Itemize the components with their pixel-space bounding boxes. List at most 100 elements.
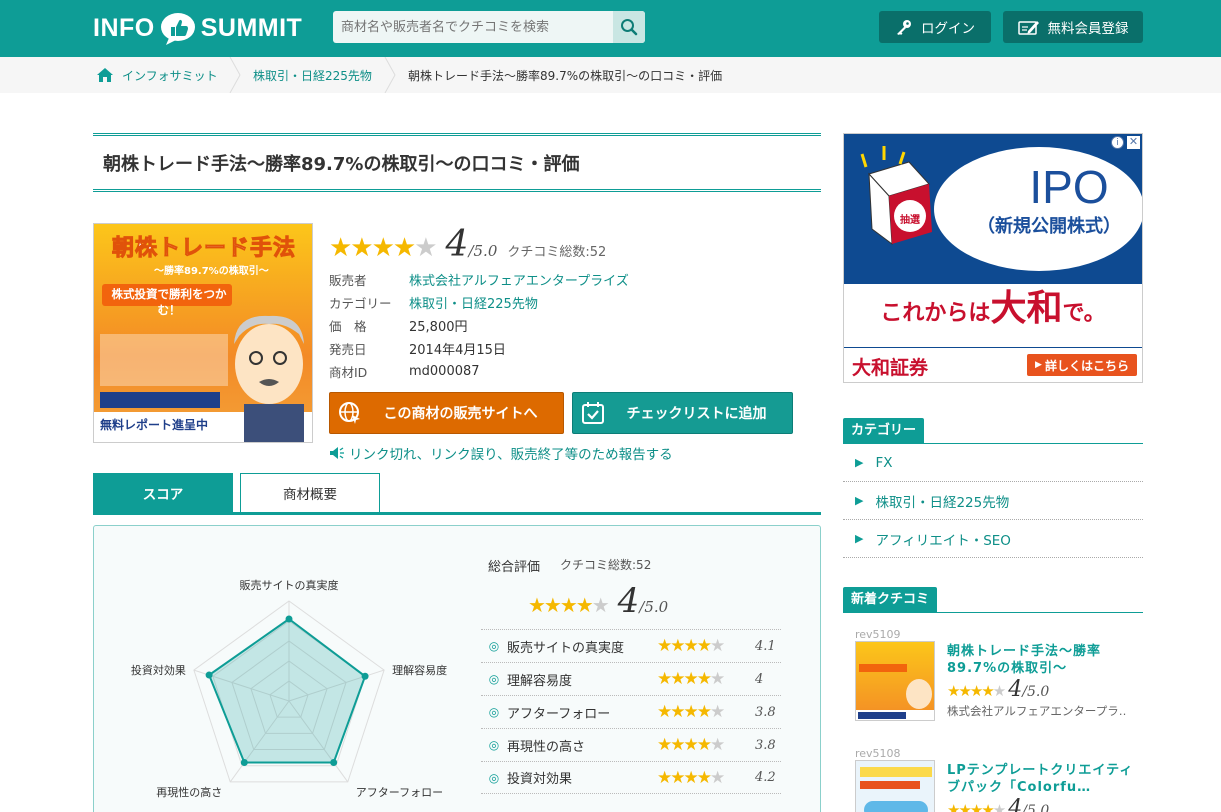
score-item: ◎ 再現性の高さ ★★★★★ 3.8 xyxy=(481,728,781,761)
search-button[interactable] xyxy=(613,11,645,43)
site-logo[interactable]: INFO SUMMIT xyxy=(93,10,302,46)
product-image-title: 朝株トレード手法 xyxy=(111,236,296,262)
score-summary: 総合評価 クチコミ総数:52 ★★★★★ 4 /5.0 xyxy=(488,556,788,621)
ad-cta-button[interactable]: ▶ 詳しくはこちら xyxy=(1027,354,1137,376)
key-icon xyxy=(897,20,911,35)
ad-cta-label: 詳しくはこちら xyxy=(1044,358,1129,373)
register-button[interactable]: 無料会員登録 xyxy=(1003,11,1143,43)
calendar-check-icon xyxy=(573,393,613,433)
radar-axis-label: アフターフォロー xyxy=(356,786,443,799)
category-item-fx[interactable]: ▶ FX xyxy=(843,444,1143,482)
login-label: ログイン xyxy=(921,21,975,37)
review-seller: 株式会社アルフェアエンタープラ… xyxy=(947,704,1127,718)
radar-axis-label: 投資対効果 xyxy=(131,663,186,677)
page-title: 朝株トレード手法～勝率89.7%の株取引～の口コミ・評価 xyxy=(103,153,580,175)
review-count: クチコミ総数:52 xyxy=(507,245,607,260)
ad-close-icon[interactable]: ✕ xyxy=(1127,136,1140,149)
breadcrumb-home[interactable]: インフォサミット xyxy=(96,57,218,93)
price-value: 25,800円 xyxy=(409,320,468,335)
page-title-bar: 朝株トレード手法～勝率89.7%の株取引～の口コミ・評価 xyxy=(93,133,821,192)
star-rating-icon: ★★★★★ xyxy=(657,767,725,788)
ad-info-icon[interactable]: i xyxy=(1111,136,1124,149)
summary-count: クチコミ総数:52 xyxy=(560,558,652,572)
megaphone-icon xyxy=(330,447,344,459)
report-link[interactable]: リンク切れ、リンク誤り、販売終了等のため報告する xyxy=(329,443,673,463)
globe-icon xyxy=(330,393,370,433)
star-rating-icon: ★★★★★ xyxy=(657,669,725,689)
bullet-ring-icon: ◎ xyxy=(488,770,500,785)
pencil-card-icon xyxy=(1017,21,1039,35)
bullet-ring-icon: ◎ xyxy=(488,639,500,653)
summary-label: 総合評価 xyxy=(488,560,541,575)
category-item-affiliate[interactable]: ▶ アフィリエイト・SEO xyxy=(843,520,1143,558)
star-rating-icon: ★★★★★ xyxy=(947,801,1006,812)
category-heading-label: カテゴリー xyxy=(843,418,925,443)
radar-point xyxy=(240,758,248,766)
login-button[interactable]: ログイン xyxy=(879,11,991,43)
ad-banner[interactable]: IPO （新規公開株式） 抽選 これからは大和で。 大和証券 ▶ 詳しくはこちら … xyxy=(843,133,1143,383)
breadcrumb-category[interactable]: 株取引・日経225先物 xyxy=(253,57,372,93)
breadcrumb-separator xyxy=(229,57,241,93)
star-rating-icon: ★★★★★ xyxy=(657,735,725,755)
bullet-ring-icon: ◎ xyxy=(488,738,500,752)
thumbs-up-bubble-icon xyxy=(159,11,197,45)
search-box xyxy=(333,11,645,43)
breadcrumb-category-label: 株取引・日経225先物 xyxy=(253,68,372,83)
product-image[interactable]: 朝株トレード手法 ～勝率89.7%の株取引～ 株式投資で勝利をつかむ！ 無料レポ… xyxy=(93,223,313,443)
breadcrumb-home-label: インフォサミット xyxy=(122,68,218,83)
bullet-ring-icon: ◎ xyxy=(488,672,500,686)
site-header: INFO SUMMIT ログイン xyxy=(0,0,1221,57)
star-rating-icon: ★★★★★ xyxy=(947,682,1006,700)
info-row-seller: 販売者 株式会社アルフェアエンタープライズ xyxy=(329,268,629,291)
product-rating: ★★★★★ 4 /5.0 クチコミ総数:52 xyxy=(329,224,607,265)
radar-axis-label: 再現性の高さ xyxy=(156,785,222,799)
logo-text-summit: SUMMIT xyxy=(200,13,303,42)
radar-series-area xyxy=(207,617,367,764)
category-item-label: FX xyxy=(875,454,893,471)
register-label: 無料会員登録 xyxy=(1047,21,1129,37)
ad-company: 大和証券 xyxy=(852,357,929,379)
category-item-label: 株取引・日経225先物 xyxy=(875,494,1010,511)
review-title[interactable]: LPテンプレートクリエイティブパック「Colorfu… xyxy=(947,762,1137,796)
radar-point xyxy=(361,672,369,680)
category-item-stocks[interactable]: ▶ 株取引・日経225先物 xyxy=(843,482,1143,520)
review-thumbnail[interactable] xyxy=(855,641,935,721)
product-info-table: 販売者 株式会社アルフェアエンタープライズ カテゴリー 株取引・日経225先物 … xyxy=(329,268,629,383)
ad-headline: IPO xyxy=(1029,161,1109,213)
breadcrumb: インフォサミット 株取引・日経225先物 朝株トレード手法～勝率89.7%の株取… xyxy=(0,57,1221,93)
category-link[interactable]: 株取引・日経225先物 xyxy=(409,293,538,312)
ad-tagline: これからは大和で。 xyxy=(844,279,1142,331)
star-rating-icon: ★★★★★ xyxy=(657,702,725,722)
sales-site-label: この商材の販売サイトへ xyxy=(383,406,538,422)
info-row-product-id: 商材ID md000087 xyxy=(329,360,629,383)
product-id-value: md000087 xyxy=(409,364,480,379)
search-input[interactable] xyxy=(333,11,613,43)
sales-site-button[interactable]: この商材の販売サイトへ xyxy=(329,392,564,434)
home-icon xyxy=(97,68,113,82)
add-to-checklist-button[interactable]: チェックリストに追加 xyxy=(572,392,793,434)
review-rating-value: 4 xyxy=(1008,796,1023,812)
radar-axis-label: 販売サイトの真実度 xyxy=(240,578,339,592)
product-image-subtitle: ～勝率89.7%の株取引～ xyxy=(154,266,269,277)
score-item: ◎ 投資対効果 ★★★★★ 4.2 xyxy=(481,761,781,794)
breadcrumb-current-label: 朝株トレード手法～勝率89.7%の株取引～の口コミ・評価 xyxy=(408,68,723,83)
review-rating-max: /5.0 xyxy=(1022,803,1050,812)
review-id: rev5109 xyxy=(855,628,901,641)
score-item-value: 4.2 xyxy=(755,770,776,785)
bullet-ring-icon: ◎ xyxy=(488,705,500,719)
tab-overview[interactable]: 商材概要 xyxy=(240,473,380,512)
score-item: ◎ アフターフォロー ★★★★★ 3.8 xyxy=(481,695,781,728)
review-title[interactable]: 朝株トレード手法～勝率89.7%の株取引～ xyxy=(947,643,1137,677)
seller-link[interactable]: 株式会社アルフェアエンタープライズ xyxy=(409,270,629,289)
info-label: 発売日 xyxy=(329,342,367,357)
product-image-tagline: 株式投資で勝利をつかむ！ xyxy=(111,287,227,317)
review-card[interactable]: rev5108 LPテンプレートクリエイティブパック「Colorfu… ★★★★… xyxy=(855,748,1145,812)
search-icon xyxy=(621,19,638,36)
review-thumbnail[interactable] xyxy=(855,760,935,812)
summary-rating-max: /5.0 xyxy=(639,598,669,616)
review-card[interactable]: rev5109 朝株トレード手法～勝率89.7%の株取引～ ★★★★★ 4 /5… xyxy=(855,629,1145,724)
radar-point xyxy=(205,671,213,679)
release-date-value: 2014年4月15日 xyxy=(409,343,506,358)
ad-tagline-pre: これからは xyxy=(880,301,991,326)
tab-score[interactable]: スコア xyxy=(93,473,233,512)
